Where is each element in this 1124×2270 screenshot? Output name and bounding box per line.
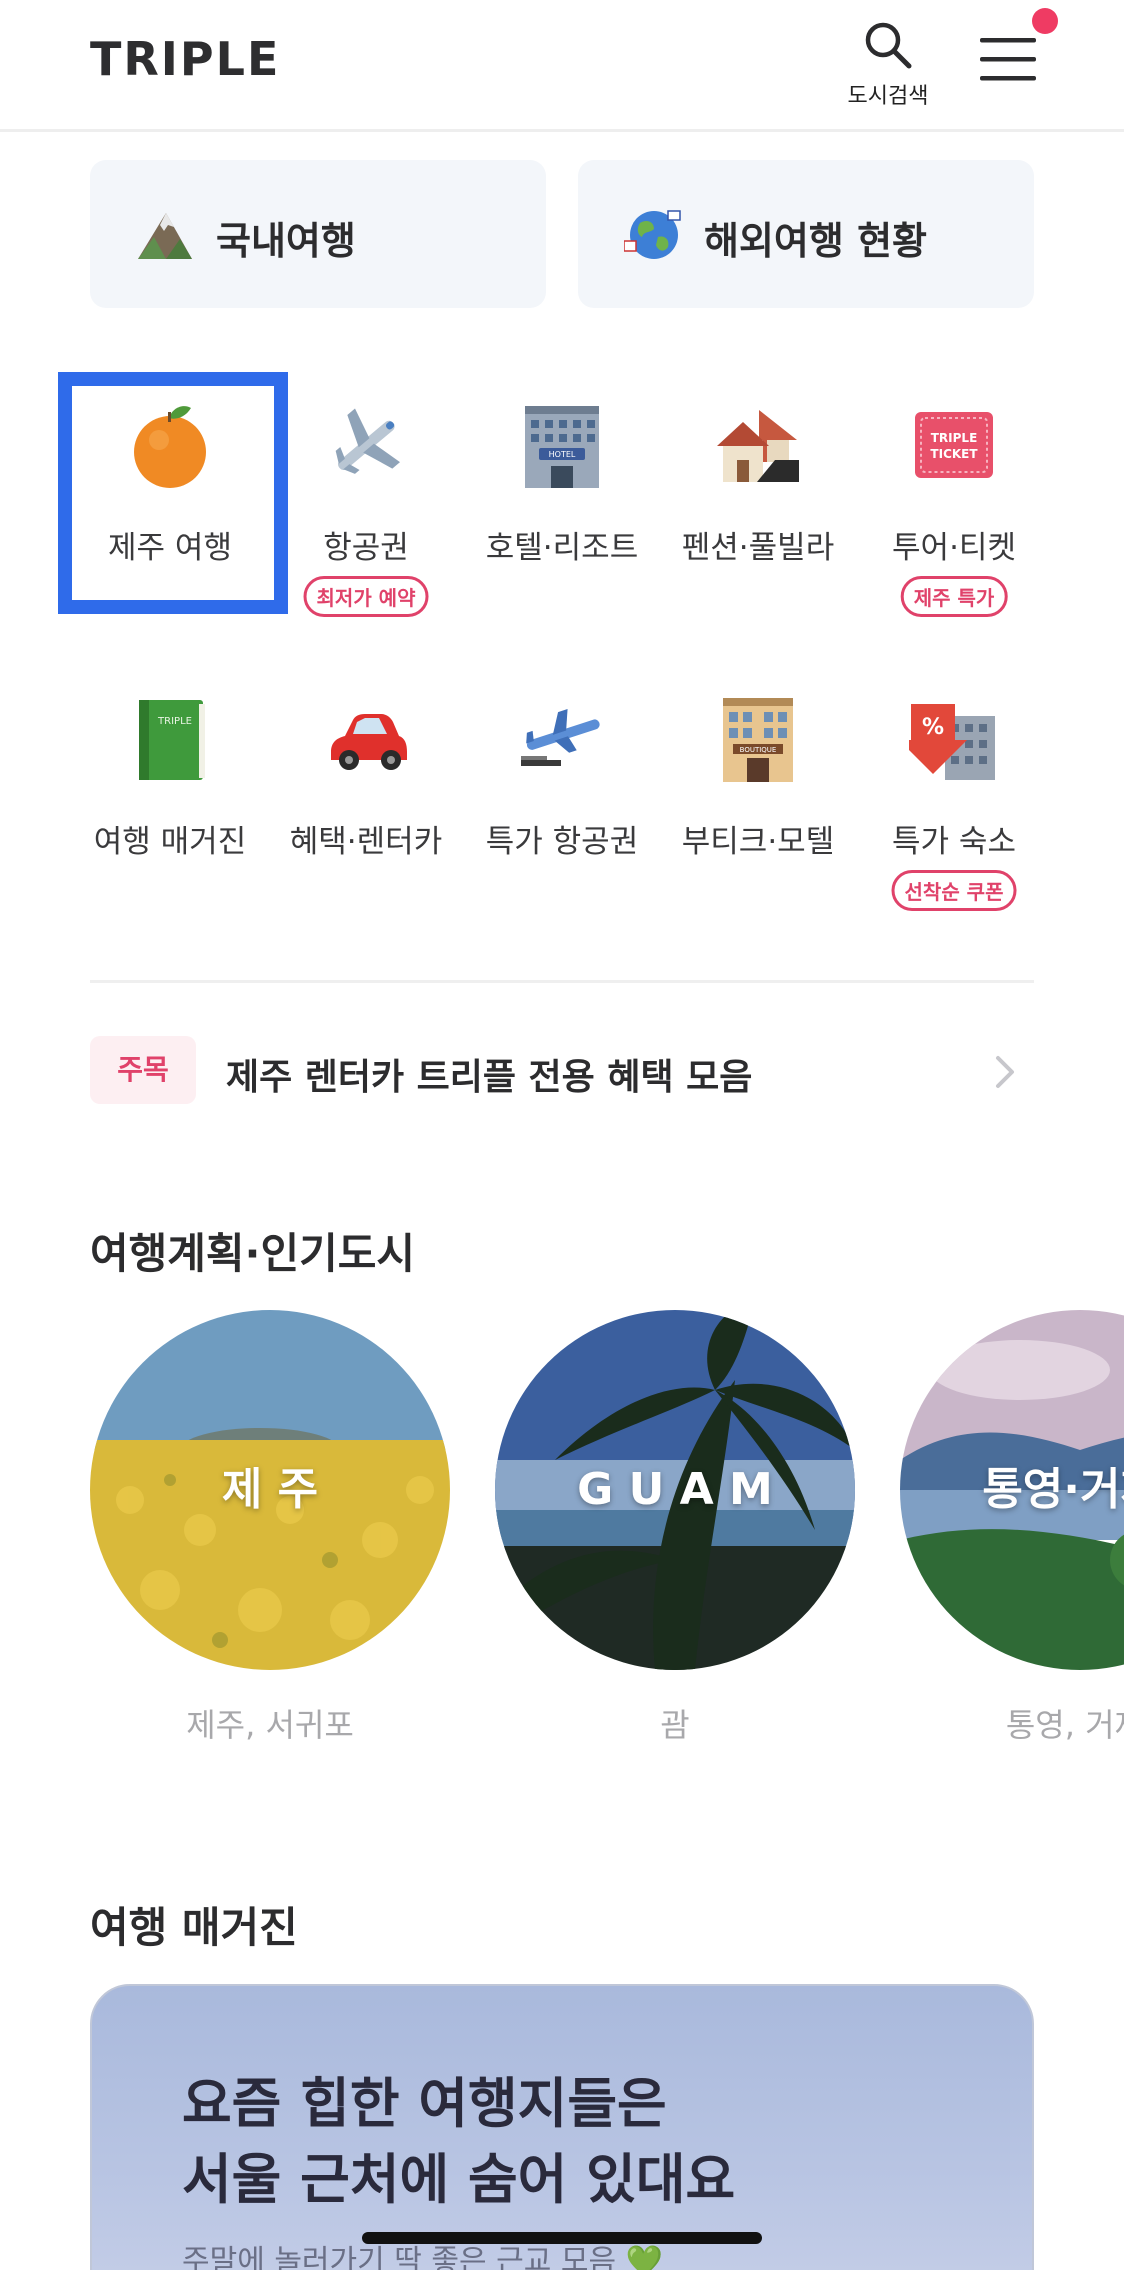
svg-text:TRIPLE: TRIPLE [931, 431, 978, 445]
category-pension-poolvilla[interactable]: 펜션·풀빌라 [668, 400, 848, 640]
city-subtitle: 괌 [660, 1706, 690, 1744]
overseas-travel-card[interactable]: 해외여행 현황 [578, 160, 1034, 308]
svg-text:TICKET: TICKET [930, 447, 978, 461]
section-divider [90, 980, 1034, 983]
airplane-departure-icon [521, 709, 600, 766]
menu-button[interactable] [974, 30, 1044, 90]
category-tour-ticket[interactable]: TRIPLE TICKET 투어·티켓 제주 특가 [864, 400, 1044, 640]
search-icon [865, 22, 912, 69]
category-label: 특가 숙소 [892, 824, 1016, 860]
popular-cities-title: 여행계획·인기도시 [90, 1229, 416, 1278]
notice-text: 제주 렌터카 트리플 전용 혜택 모음 [226, 1057, 753, 1098]
category-label: 펜션·풀빌라 [681, 530, 835, 566]
magazine-section-title: 여행 매거진 [90, 1903, 298, 1952]
city-subtitle: 통영, 거제, [1005, 1706, 1124, 1744]
magazine-card[interactable]: 요즘 힙한 여행지들은 서울 근처에 숨어 있대요 주말에 놀러가기 딱 좋은 … [90, 1984, 1034, 2270]
mountain-icon [138, 213, 192, 259]
hamburger-menu-icon [980, 38, 1036, 81]
domestic-travel-card[interactable]: 국내여행 [90, 160, 546, 308]
overseas-travel-label: 해외여행 현황 [704, 219, 927, 263]
notice-banner[interactable]: 주목 제주 렌터카 트리플 전용 혜택 모음 [90, 1036, 1034, 1106]
houses-icon [717, 410, 799, 482]
selection-highlight [58, 372, 288, 614]
city-title: G U A M [577, 1464, 773, 1515]
category-special-accommodation[interactable]: % 특가 숙소 선착순 쿠폰 [864, 694, 1044, 934]
promo-badge: 최저가 예약 [303, 576, 429, 617]
magazine-book-icon: TRIPLE [139, 700, 205, 780]
city-search-button[interactable]: 도시검색 [836, 18, 940, 118]
category-label: 혜택·렌터카 [289, 824, 443, 860]
notification-dot [1032, 8, 1058, 34]
svg-text:TRIPLE: TRIPLE [157, 716, 192, 727]
ticket-icon: TRIPLE TICKET [915, 412, 993, 478]
city-title: 제 주 [221, 1464, 319, 1515]
discount-building-icon: % [909, 704, 995, 780]
page: TRIPLE 도시검색 국내여행 해외여행 현황 제주 여행 항공권 최저가 예… [0, 0, 1124, 2270]
city-card-tongyeong-geoje[interactable]: 통영·거제· 통영, 거제, [900, 1310, 1124, 1770]
category-boutique-motel[interactable]: BOUTIQUE 부티크·모텔 [668, 694, 848, 934]
category-label: 항공권 [323, 530, 409, 566]
category-special-flights[interactable]: 특가 항공권 [472, 694, 652, 934]
category-hotel-resort[interactable]: HOTEL 호텔·리조트 [472, 400, 652, 640]
home-indicator [362, 2232, 762, 2244]
app-header: TRIPLE 도시검색 [0, 0, 1124, 132]
category-label: 특가 항공권 [485, 824, 639, 860]
hotel-icon: HOTEL [525, 406, 599, 488]
notice-tag: 주목 [90, 1036, 196, 1104]
airplane-icon [335, 408, 400, 474]
globe-icon [624, 210, 681, 259]
city-card-guam[interactable]: G U A M 괌 [495, 1310, 855, 1770]
boutique-building-icon: BOUTIQUE [723, 698, 793, 782]
category-label: 투어·티켓 [892, 530, 1016, 566]
category-travel-magazine[interactable]: TRIPLE 여행 매거진 [80, 694, 260, 934]
domestic-travel-label: 국내여행 [216, 219, 356, 263]
category-label: 여행 매거진 [93, 824, 247, 860]
category-flights[interactable]: 항공권 최저가 예약 [276, 400, 456, 640]
promo-badge: 선착순 쿠폰 [891, 870, 1017, 911]
category-label: 호텔·리조트 [485, 530, 639, 566]
chevron-right-icon [996, 1056, 1014, 1088]
city-card-jeju[interactable]: 제 주 제주, 서귀포 [90, 1310, 450, 1770]
svg-text:HOTEL: HOTEL [549, 450, 576, 459]
city-title: 통영·거제· [982, 1464, 1124, 1515]
category-label: 부티크·모텔 [681, 824, 835, 860]
city-subtitle: 제주, 서귀포 [186, 1706, 354, 1744]
car-icon [331, 714, 407, 770]
svg-text:%: % [922, 715, 944, 740]
triple-logo[interactable]: TRIPLE [90, 32, 280, 86]
search-label: 도시검색 [847, 84, 929, 109]
category-benefit-rentacar[interactable]: 혜택·렌터카 [276, 694, 456, 934]
magazine-card-title: 요즘 힙한 여행지들은 서울 근처에 숨어 있대요 [182, 2072, 736, 2211]
promo-badge: 제주 특가 [900, 576, 1008, 617]
svg-text:BOUTIQUE: BOUTIQUE [740, 746, 777, 754]
